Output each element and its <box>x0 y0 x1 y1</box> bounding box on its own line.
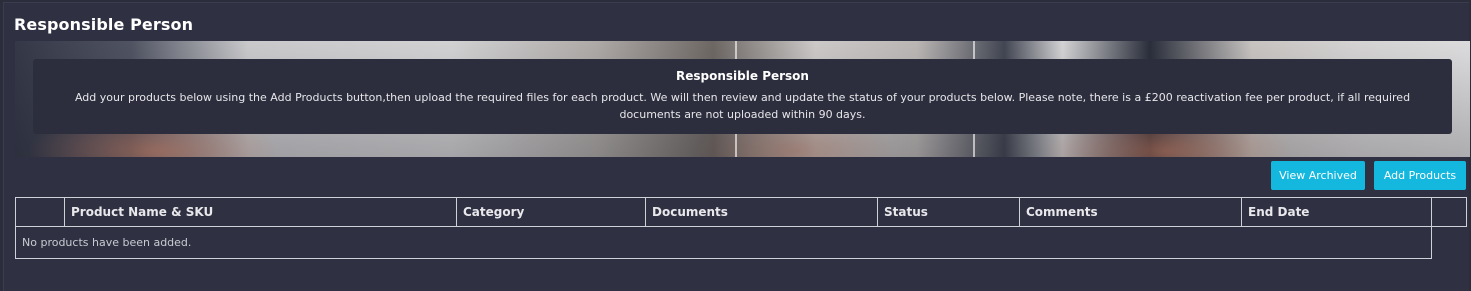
empty-cell <box>1431 226 1467 259</box>
notice-title: Responsible Person <box>676 69 809 83</box>
column-header-category[interactable]: Category <box>456 197 646 227</box>
column-header-status[interactable]: Status <box>877 197 1020 227</box>
column-header-actions <box>1431 197 1467 227</box>
column-header-product-name[interactable]: Product Name & SKU <box>64 197 457 227</box>
add-products-button[interactable]: Add Products <box>1374 161 1466 190</box>
column-header-comments[interactable]: Comments <box>1019 197 1242 227</box>
view-archived-button[interactable]: View Archived <box>1271 161 1365 190</box>
banner-image: Responsible Person Add your products bel… <box>15 41 1470 157</box>
column-header-documents[interactable]: Documents <box>645 197 878 227</box>
responsible-person-panel: Responsible Person Responsible Person Ad… <box>3 2 1470 291</box>
notice-text: Add your products below using the Add Pr… <box>74 91 1411 121</box>
products-table: Product Name & SKU Category Documents St… <box>15 197 1467 259</box>
empty-table-message: No products have been added. <box>15 226 1432 259</box>
column-header-end-date[interactable]: End Date <box>1241 197 1432 227</box>
table-row: No products have been added. <box>15 226 1467 259</box>
page-title: Responsible Person <box>14 15 194 34</box>
column-header-select <box>15 197 65 227</box>
notice-box: Responsible Person Add your products bel… <box>33 59 1452 134</box>
table-header-row: Product Name & SKU Category Documents St… <box>15 197 1467 227</box>
